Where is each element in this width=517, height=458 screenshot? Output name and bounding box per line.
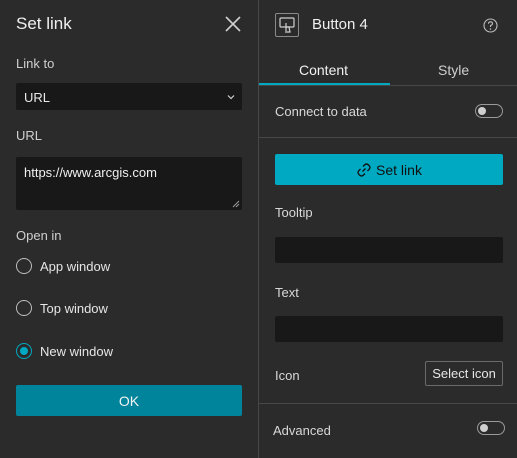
close-button[interactable] [224,15,242,33]
active-tab-indicator [259,83,390,85]
button-settings-panel: Button 4 Content Style Connect to data S… [259,0,517,458]
tab-content[interactable]: Content [299,62,348,78]
select-icon-button[interactable]: Select icon [425,361,503,386]
advanced-label: Advanced [273,423,331,438]
widget-title: Button 4 [312,16,368,33]
url-label: URL [16,128,43,143]
radio-label: New window [40,343,113,359]
text-label: Text [275,285,299,300]
advanced-toggle[interactable] [477,421,505,435]
tab-style[interactable]: Style [438,62,469,78]
tab-bar: Content Style [259,52,517,86]
dialog-title: Set link [16,14,72,33]
icon-label: Icon [275,368,300,383]
radio-button[interactable] [16,258,32,274]
chevron-down-icon [227,95,235,100]
radio-new-window[interactable]: New window [16,341,113,361]
close-icon [225,16,241,32]
widget-icon-box [275,13,299,37]
divider [259,137,517,138]
radio-button[interactable] [16,343,32,359]
set-link-dialog: Set link Link to URL URL Open in App win… [0,0,258,458]
tooltip-input[interactable] [275,237,503,263]
set-link-button[interactable]: Set link [275,154,503,185]
url-input[interactable] [16,157,242,210]
radio-top-window[interactable]: Top window [16,298,108,318]
radio-app-window[interactable]: App window [16,256,110,276]
divider [259,403,517,404]
resize-grip-icon[interactable] [232,200,240,208]
radio-label: App window [40,258,111,274]
link-icon [357,162,371,177]
text-input[interactable] [275,316,503,342]
link-to-value: URL [24,90,51,105]
connect-to-data-label: Connect to data [275,104,367,119]
connect-to-data-toggle[interactable] [475,104,503,118]
help-icon[interactable] [483,18,498,33]
touch-button-icon [279,17,295,33]
set-link-label: Set link [376,161,422,178]
open-in-label: Open in [16,228,62,243]
tooltip-label: Tooltip [275,205,313,220]
radio-button[interactable] [16,300,32,316]
radio-label: Top window [40,300,108,316]
link-to-label: Link to [16,56,55,71]
link-to-select[interactable]: URL [16,83,242,110]
ok-button[interactable]: OK [16,385,242,416]
